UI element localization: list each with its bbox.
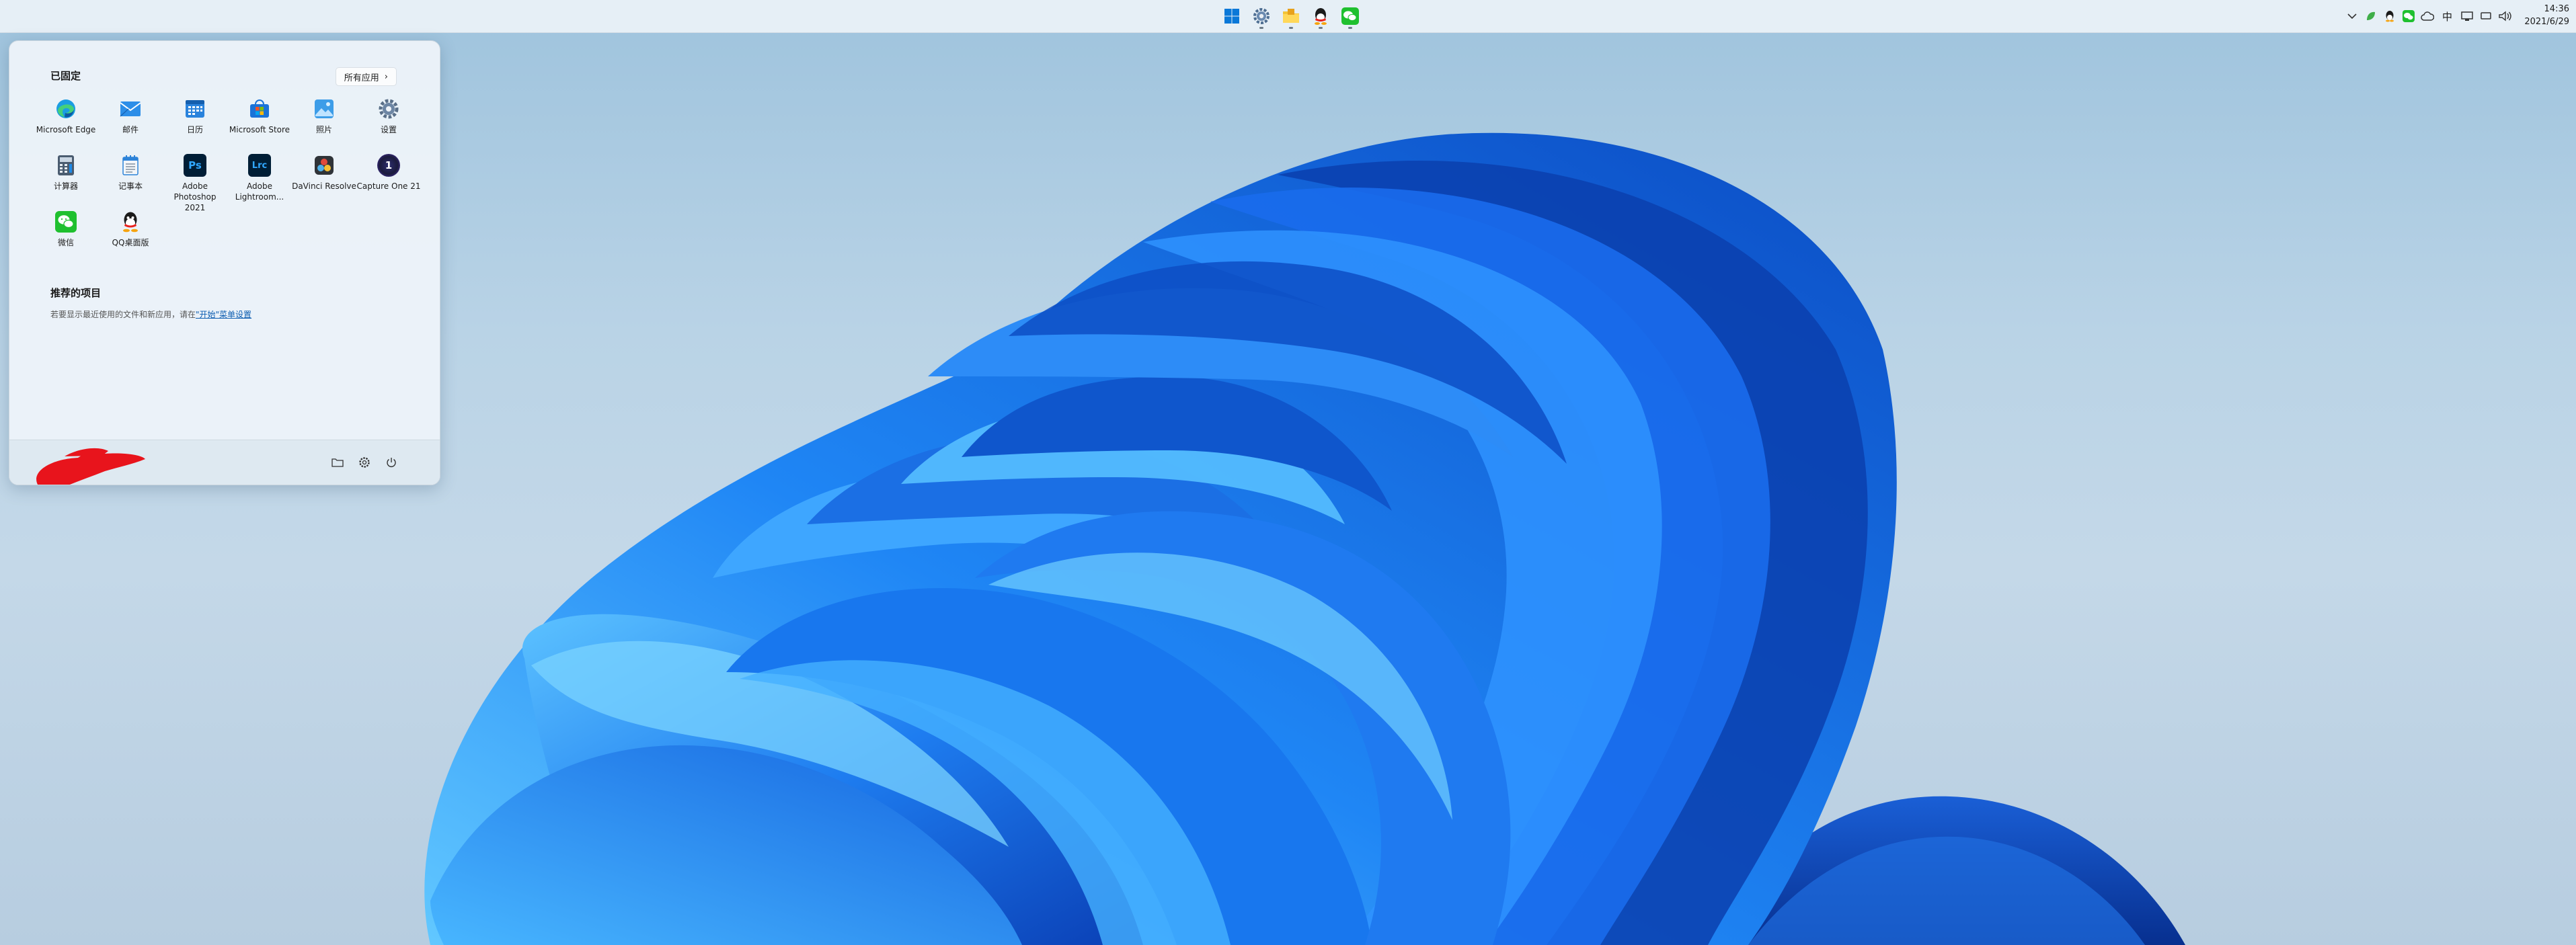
display-icon[interactable] — [2479, 9, 2493, 23]
chevron-right-icon: › — [384, 71, 388, 82]
taskbar-start-button[interactable] — [1218, 3, 1245, 30]
recommended-empty-message: 若要显示最近使用的文件和新应用，请在"开始"菜单设置 — [50, 310, 252, 319]
pinned-app-calendar[interactable]: 日历 — [163, 97, 227, 135]
folder-icon — [331, 458, 344, 467]
taskbar-file-explorer[interactable] — [1278, 3, 1304, 30]
running-indicator — [1319, 27, 1323, 29]
leaf-icon[interactable] — [2364, 9, 2378, 23]
app-label: 微信 — [57, 238, 74, 247]
ime-indicator[interactable]: 中 — [2440, 9, 2455, 24]
pinned-app-davinci-resolve[interactable]: DaVinci Resolve — [292, 154, 356, 192]
pinned-app-lightroom[interactable]: Lrc Adobe Lightroom... — [227, 154, 292, 202]
app-label: 设置 — [380, 125, 397, 134]
gear-icon — [359, 457, 370, 468]
pinned-app-capture-one[interactable]: 1 Capture One 21 — [356, 154, 421, 192]
qq-icon — [119, 210, 142, 233]
taskbar-qq[interactable] — [1307, 3, 1334, 30]
clock-time: 14:36 — [2544, 4, 2569, 14]
all-apps-button[interactable]: 所有应用 › — [335, 67, 397, 86]
capture-one-icon: 1 — [377, 154, 400, 177]
power-icon — [387, 458, 396, 467]
wechat-icon — [1341, 7, 1359, 25]
photos-icon — [313, 97, 336, 120]
qq-icon — [1315, 8, 1327, 25]
system-tray: 中 — [2345, 7, 2511, 26]
calendar-icon — [184, 97, 206, 120]
documents-button[interactable] — [329, 454, 346, 470]
pinned-app-photoshop[interactable]: Ps Adobe Photoshop 2021 — [163, 154, 227, 213]
pinned-app-mail[interactable]: 邮件 — [98, 97, 163, 135]
app-label: 照片 — [315, 125, 332, 134]
taskbar-settings-app[interactable] — [1248, 3, 1275, 30]
running-indicator — [1259, 27, 1263, 29]
app-label: 记事本 — [118, 181, 143, 191]
settings-app-icon — [1253, 8, 1270, 24]
taskbar-wechat[interactable] — [1337, 3, 1364, 30]
edge-icon — [54, 97, 77, 120]
chevron-up-icon[interactable] — [2345, 9, 2359, 23]
power-button[interactable] — [383, 454, 399, 470]
app-label: 日历 — [186, 125, 203, 134]
settings-icon — [377, 97, 400, 120]
pinned-app-qq[interactable]: QQ桌面版 — [98, 210, 163, 248]
taskbar: 中 14:36 2021/6/29 — [0, 0, 2576, 33]
start-menu: 已固定 所有应用 › Microsoft Edge 邮件 日历 Microsof… — [9, 40, 440, 485]
calculator-icon — [54, 154, 77, 177]
store-icon — [248, 97, 271, 120]
app-label: Adobe Lightroom... — [235, 181, 284, 202]
notepad-icon — [119, 154, 142, 177]
user-account-redacted[interactable] — [24, 444, 152, 485]
qq-tray-icon[interactable] — [2383, 9, 2396, 23]
taskbar-pinned-apps — [1218, 3, 1364, 30]
start-menu-footer — [9, 440, 440, 485]
pinned-app-photos[interactable]: 照片 — [292, 97, 356, 135]
wechat-tray-icon[interactable] — [2402, 9, 2415, 23]
photoshop-icon: Ps — [184, 154, 206, 177]
app-label: 邮件 — [122, 125, 139, 134]
wechat-icon — [54, 210, 77, 233]
app-label: Microsoft Store — [229, 125, 290, 134]
app-label: 计算器 — [53, 181, 78, 191]
pinned-app-settings[interactable]: 设置 — [356, 97, 421, 135]
lightroom-icon: Lrc — [248, 154, 271, 177]
app-label: QQ桌面版 — [112, 238, 149, 247]
app-label: Microsoft Edge — [36, 125, 96, 134]
volume-icon[interactable] — [2498, 9, 2511, 23]
start-settings-link[interactable]: "开始"菜单设置 — [196, 310, 251, 319]
network-icon[interactable] — [2460, 9, 2474, 23]
mail-icon — [119, 97, 142, 120]
pinned-section-title: 已固定 — [50, 70, 81, 82]
running-indicator — [1348, 27, 1352, 29]
pinned-app-wechat[interactable]: 微信 — [34, 210, 98, 248]
taskbar-clock[interactable]: 14:36 2021/6/29 — [2515, 3, 2569, 28]
davinci-resolve-icon — [313, 154, 336, 177]
pinned-app-store[interactable]: Microsoft Store — [227, 97, 292, 135]
cloud-icon[interactable] — [2421, 9, 2434, 23]
pinned-app-calculator[interactable]: 计算器 — [34, 154, 98, 192]
app-label: DaVinci Resolve — [292, 181, 356, 191]
pinned-app-edge[interactable]: Microsoft Edge — [34, 97, 98, 135]
app-label: Capture One 21 — [356, 181, 421, 191]
app-label: Adobe Photoshop 2021 — [173, 181, 217, 212]
running-indicator — [1289, 27, 1293, 29]
clock-date: 2021/6/29 — [2524, 17, 2569, 27]
windows-start-icon — [1224, 9, 1239, 24]
pinned-app-notepad[interactable]: 记事本 — [98, 154, 163, 192]
recommended-section-title: 推荐的项目 — [50, 287, 102, 299]
settings-button[interactable] — [356, 454, 373, 470]
all-apps-label: 所有应用 — [344, 73, 379, 83]
file-explorer-icon — [1283, 9, 1299, 23]
